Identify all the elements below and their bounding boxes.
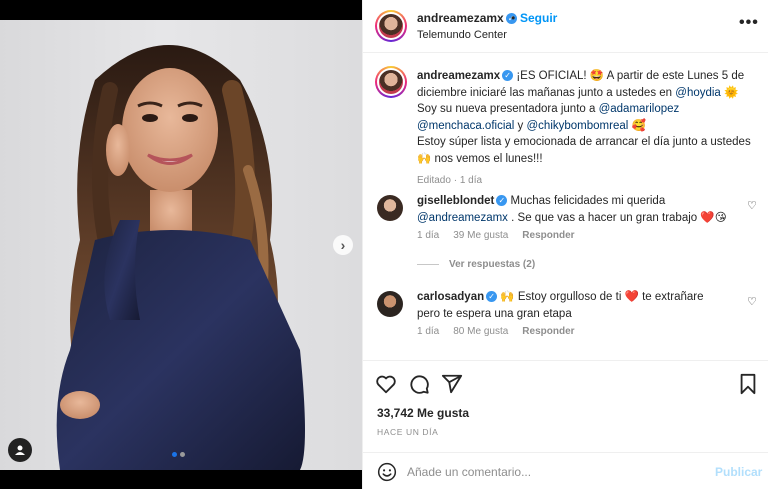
reply-button[interactable]: Responder (522, 230, 574, 241)
commenter-avatar[interactable] (377, 195, 403, 221)
post-action-bar (363, 360, 768, 404)
verified-badge-icon: ✓ (496, 195, 508, 207)
post-timestamp[interactable]: HACE UN DÍA (377, 427, 438, 437)
mention-hoydia[interactable]: @hoydia (675, 87, 721, 99)
divider-line (417, 264, 439, 265)
view-replies-button[interactable]: Ver respuestas (2) (417, 259, 535, 270)
instagram-post-window: › andreamezamx ✓ • Seguir Telemundo Cente… (0, 0, 768, 489)
author-username[interactable]: andreamezamx ✓ (417, 11, 517, 25)
commenter-username[interactable]: giselleblondet (417, 195, 494, 207)
mention-andreamezamx[interactable]: @andreamezamx (417, 212, 508, 224)
verified-badge-icon: ✓ (502, 70, 514, 82)
comment-meta: 1 día 80 Me gusta Responder (417, 326, 575, 337)
comment-text: carlosadyan ✓ 🙌 Estoy orgulloso de ti ❤️ … (417, 291, 704, 320)
post-location[interactable]: Telemundo Center (417, 29, 507, 41)
chevron-right-icon: › (340, 237, 346, 253)
commenter-username[interactable]: carlosadyan (417, 291, 484, 303)
post-details-panel: andreamezamx ✓ • Seguir Telemundo Center … (362, 0, 768, 489)
post-photo[interactable] (0, 20, 362, 470)
carousel-dot-active (172, 452, 177, 457)
caption-meta: Editado · 1 día (417, 175, 483, 186)
mention-chikybombomreal[interactable]: @chikybombomreal (527, 120, 629, 132)
user-tag-button[interactable] (8, 438, 32, 462)
carousel-dots (172, 452, 185, 457)
mention-adamarilopez[interactable]: @adamarilopez (599, 103, 680, 115)
comment-meta: 1 día 39 Me gusta Responder (417, 230, 575, 241)
publish-button[interactable]: Publicar (715, 465, 762, 479)
comment-like-icon[interactable]: ♡ (747, 199, 757, 212)
user-tag-icon (15, 445, 25, 455)
caption-author-avatar[interactable] (375, 66, 407, 98)
heart-icon[interactable] (375, 373, 397, 395)
caption-username[interactable]: andreamezamx (417, 70, 500, 82)
reply-button[interactable]: Responder (522, 326, 574, 337)
post-header: andreamezamx ✓ • Seguir Telemundo Center … (363, 0, 768, 53)
comment-text: giselleblondet ✓ Muchas felicidades mi qu… (417, 195, 727, 224)
author-avatar[interactable] (375, 10, 407, 42)
comment-like-icon[interactable]: ♡ (747, 295, 757, 308)
more-options-icon[interactable]: ••• (739, 14, 759, 32)
add-comment-bar: Publicar (363, 452, 768, 489)
woman-portrait-image (56, 45, 305, 470)
comment-input[interactable] (407, 461, 697, 483)
mention-menchaca[interactable]: @menchaca.oficial (417, 120, 514, 132)
commenter-avatar[interactable] (377, 291, 403, 317)
share-icon[interactable] (441, 373, 463, 395)
caption-text: andreamezamx ✓ ¡ES OFICIAL! 🤩 A partir de… (417, 68, 757, 190)
bookmark-icon[interactable] (737, 373, 759, 395)
verified-badge-icon: ✓ (486, 291, 498, 303)
header-separator: • (511, 11, 516, 25)
comment-icon[interactable] (408, 373, 430, 395)
comment-likes[interactable]: 39 Me gusta (453, 230, 508, 241)
comment-likes[interactable]: 80 Me gusta (453, 326, 508, 337)
carousel-next-button[interactable]: › (333, 235, 353, 255)
emoji-icon[interactable] (377, 462, 397, 482)
carousel-dot[interactable] (180, 452, 185, 457)
likes-count[interactable]: 33,742 Me gusta (377, 406, 469, 420)
follow-button[interactable]: Seguir (520, 11, 557, 25)
post-media: › (0, 0, 362, 489)
